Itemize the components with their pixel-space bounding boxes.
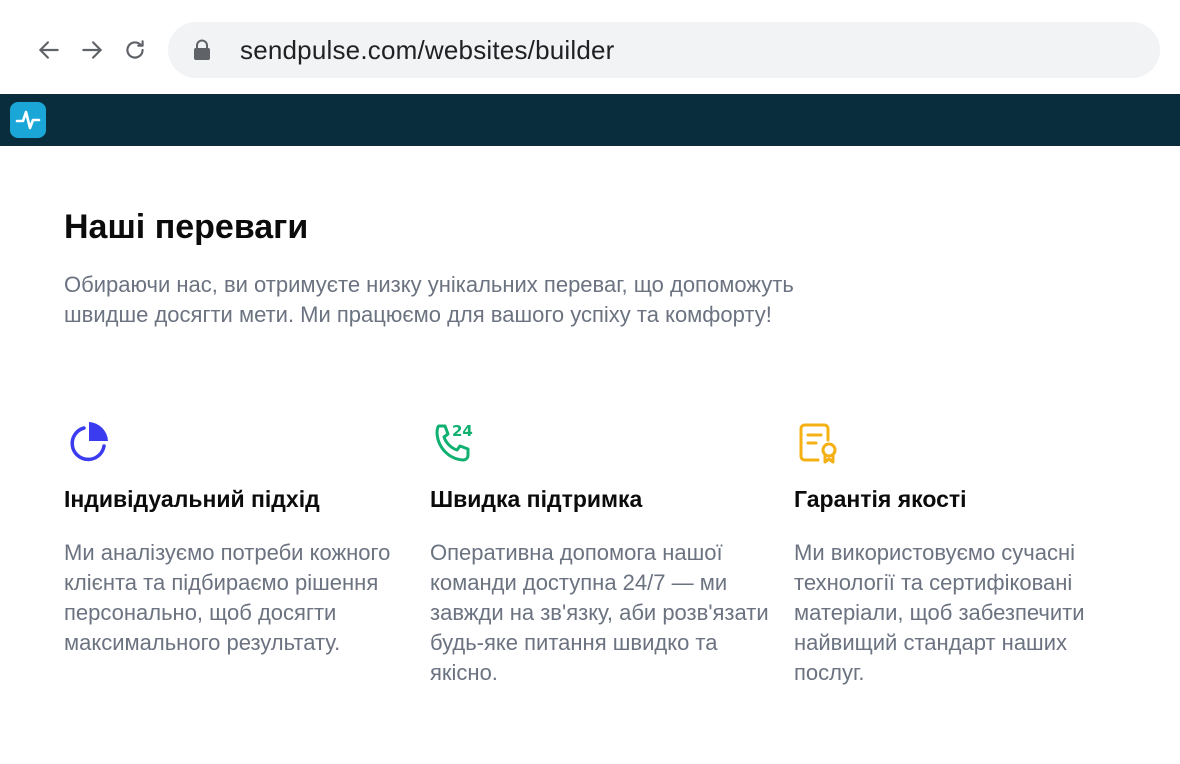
- forward-button[interactable]: [76, 34, 108, 66]
- section-subtitle: Обираючи нас, ви отримуєте низку унікаль…: [64, 272, 794, 327]
- feature-card-quality: Гарантія якості Ми використовуємо сучасн…: [794, 420, 1134, 685]
- browser-toolbar: sendpulse.com/websites/builder: [0, 0, 1180, 94]
- app-header: [0, 94, 1180, 146]
- certificate-icon: [799, 423, 837, 464]
- pulse-logo-icon: [15, 110, 41, 130]
- feature-description: Ми аналізуємо потреби кожного клієнта та…: [64, 540, 391, 655]
- section-title: Наші переваги: [64, 208, 309, 246]
- lock-icon: [194, 39, 210, 60]
- feature-title: Індивідуальний підхід: [64, 486, 320, 512]
- phone-24-icon: 24: [435, 422, 473, 462]
- feature-icon: 24: [430, 420, 478, 468]
- url-text: sendpulse.com/websites/builder: [240, 35, 615, 65]
- feature-card-support: 24 Швидка підтримка Оперативна допомога …: [430, 420, 770, 685]
- feature-title: Гарантія якості: [794, 486, 967, 512]
- reload-button[interactable]: [119, 34, 151, 66]
- forward-arrow-icon: [82, 41, 102, 59]
- logo[interactable]: [10, 102, 46, 138]
- feature-description: Ми використовуємо сучасні технології та …: [794, 540, 1085, 685]
- back-arrow-icon: [39, 41, 59, 59]
- pie-chart-icon: [70, 422, 108, 462]
- feature-icon: [64, 420, 112, 468]
- feature-title: Швидка підтримка: [430, 486, 643, 512]
- feature-card-individual: Індивідуальний підхід Ми аналізуємо потр…: [64, 420, 404, 655]
- feature-icon: [794, 420, 842, 468]
- reload-icon: [126, 40, 144, 59]
- phone-badge-text: 24: [452, 422, 473, 440]
- feature-description: Оперативна допомога нашої команди доступ…: [430, 540, 769, 685]
- back-button[interactable]: [33, 34, 65, 66]
- address-bar[interactable]: sendpulse.com/websites/builder: [168, 22, 1160, 78]
